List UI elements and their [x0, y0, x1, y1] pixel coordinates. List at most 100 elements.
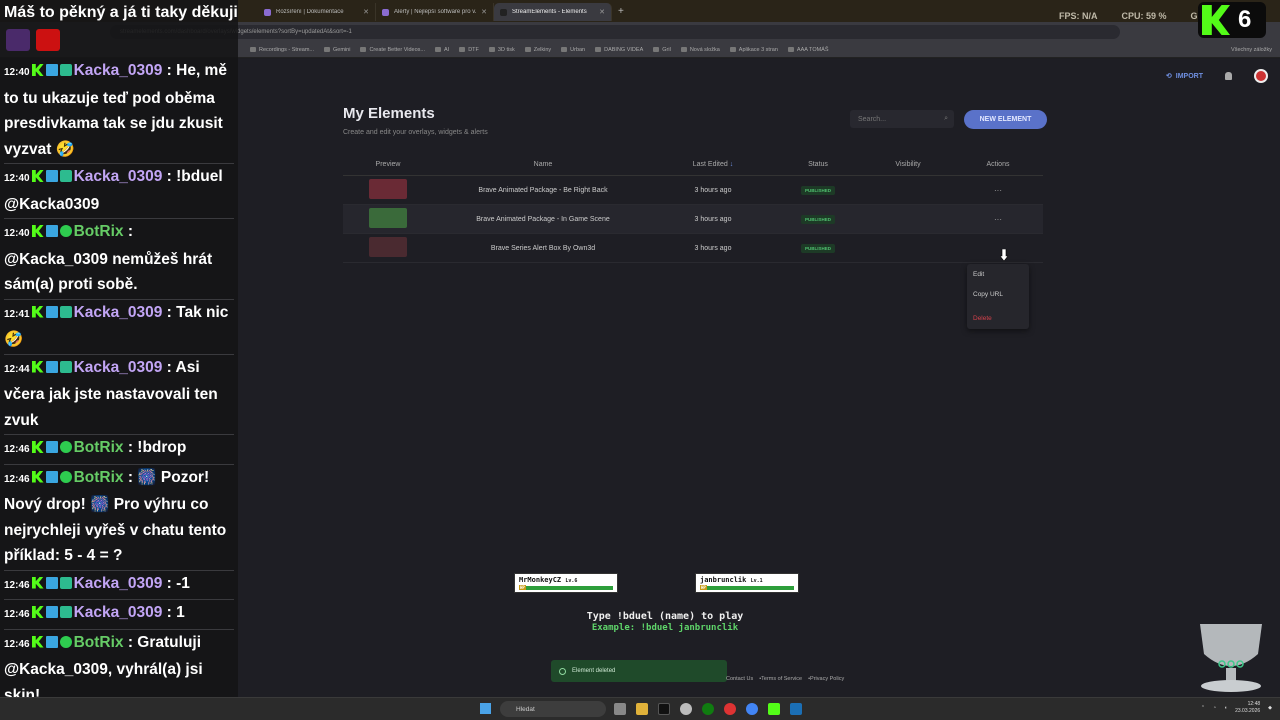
xbox-icon[interactable] — [702, 703, 714, 715]
avatar[interactable] — [1254, 69, 1268, 83]
chrome-icon[interactable] — [746, 703, 758, 715]
close-icon[interactable]: ✕ — [481, 8, 487, 16]
badge-icon — [45, 360, 58, 373]
fps-stat: FPS: N/A — [1058, 11, 1098, 21]
chatgpt-icon[interactable] — [680, 703, 692, 715]
folder-icon — [729, 47, 736, 52]
bookmark[interactable]: Urban — [561, 47, 585, 53]
last-edited: 3 hours ago — [694, 244, 732, 252]
actions-menu-button[interactable]: ··· — [953, 186, 1043, 195]
bookmark[interactable]: Create Better Videos... — [360, 47, 425, 53]
tray-arrow-icon[interactable]: ⌃ — [1201, 705, 1205, 711]
preview-thumbnail[interactable] — [369, 237, 407, 257]
element-name[interactable]: Brave Animated Package - Be Right Back — [433, 187, 653, 194]
message-time: 12:46 — [4, 473, 30, 485]
folder-icon — [459, 47, 466, 52]
import-button[interactable]: ⟲ IMPORT — [1165, 72, 1203, 81]
footer-link-contact[interactable]: Contact Us — [726, 676, 753, 682]
table-row[interactable]: Brave Animated Package - In Game Scene 3… — [343, 205, 1043, 234]
page-subtitle: Create and edit your overlays, widgets &… — [343, 129, 488, 136]
bookmark[interactable]: Nová složka — [680, 47, 720, 53]
table-row[interactable]: Brave Series Alert Box By Own3d 3 hours … — [343, 234, 1043, 263]
bookmark[interactable]: Recordings - Stream... — [250, 47, 314, 53]
actions-menu-button[interactable]: ··· — [953, 215, 1043, 224]
new-element-button[interactable]: NEW ELEMENT — [964, 110, 1047, 129]
top-actions: ⟲ IMPORT — [1166, 69, 1268, 83]
taskbar-search[interactable]: Hledat — [500, 701, 606, 717]
notification-bell-icon[interactable]: ◆ — [1268, 705, 1272, 711]
element-name[interactable]: Brave Animated Package - In Game Scene — [433, 216, 653, 223]
file-explorer-icon[interactable] — [636, 703, 648, 715]
message-time: 12:46 — [4, 579, 30, 591]
col-preview: Preview — [375, 161, 401, 168]
bookmark[interactable]: Gemini — [324, 47, 350, 53]
chat-message: 12:41 Kacka_0309 : Tak nic 🤣 — [4, 300, 234, 355]
bookmark[interactable]: Aplikace 3 stran — [729, 47, 778, 53]
mouse-cursor-icon — [1000, 249, 1008, 261]
network-icon[interactable]: ◔ — [1213, 705, 1216, 711]
duel-player1-name: MrMonkeyCZ — [519, 576, 562, 584]
bookmark[interactable]: AI — [435, 47, 449, 53]
chat-username: BotRix — [73, 223, 124, 240]
menu-item-copy-url[interactable]: Copy URL — [973, 290, 1023, 310]
duel-player1-card: MrMonkeyCZ Lv.6 HP — [514, 573, 618, 593]
stream-title: Máš to pěkný a já ti taky děkuji — [4, 4, 238, 21]
search-icon: ⌕ — [944, 115, 948, 122]
table-row[interactable]: Brave Animated Package - Be Right Back 3… — [343, 176, 1043, 205]
app-icon[interactable] — [724, 703, 736, 715]
taskbar: Hledat ⌃ ◔ ◖ 12:48 23.03.2026 ◆ — [0, 697, 1280, 720]
bookmark-label: AAA TOMÁŠ — [796, 46, 829, 53]
clock-date: 23.03.2026 — [1235, 708, 1261, 714]
steam-icon[interactable] — [790, 703, 802, 715]
elements-page: ⟲ IMPORT My Elements Create and edit your… — [238, 59, 1280, 697]
duel-player2-card: janbrunclik Lv.1 HP — [695, 573, 799, 593]
col-last-edited[interactable]: Last Edited ↓ — [653, 161, 773, 168]
chat-username: Kacka_0309 — [73, 574, 163, 592]
tab-favicon-icon — [264, 8, 271, 16]
footer-link-terms[interactable]: •Terms of Service — [759, 676, 802, 682]
url-field[interactable]: streamelements.com/dashboard/overlays/wi… — [110, 25, 1120, 39]
tab-streamelements[interactable]: StreamElements - Elements ✕ — [494, 3, 612, 21]
footer-link-privacy[interactable]: •Privacy Policy — [808, 676, 844, 682]
windows-start-icon[interactable] — [480, 703, 491, 714]
menu-item-edit[interactable]: Edit — [973, 270, 1023, 290]
volume-icon[interactable]: ◖ — [1224, 705, 1227, 711]
bookmark[interactable]: DTF — [459, 47, 479, 53]
kick-icon — [31, 305, 44, 318]
task-view-icon[interactable] — [614, 703, 626, 715]
badge-icon — [45, 170, 58, 182]
bookmark[interactable]: DABING VIDEA — [595, 47, 643, 53]
preview-thumbnail[interactable] — [369, 208, 407, 228]
bell-icon[interactable] — [1225, 72, 1232, 80]
check-circle-icon — [559, 667, 566, 675]
tab-favicon-icon — [500, 8, 507, 16]
tab-alerts[interactable]: Alerty | Nejlepší software pro v... ✕ — [376, 3, 494, 21]
link-icon: ⟲ — [1165, 73, 1172, 80]
new-tab-button[interactable]: + — [618, 6, 624, 17]
element-name[interactable]: Brave Series Alert Box By Own3d — [433, 245, 653, 252]
bookmark[interactable]: 3D tisk — [488, 47, 515, 53]
close-icon[interactable]: ✕ — [599, 8, 605, 16]
kick-app-icon[interactable] — [768, 703, 780, 715]
message-time: 12:46 — [4, 638, 30, 650]
col-name[interactable]: Name — [433, 161, 653, 168]
tab-docs[interactable]: Rozšíření | Dokumentace ✕ — [258, 3, 376, 21]
badge-icon — [59, 576, 72, 589]
bookmark[interactable]: AAA TOMÁŠ — [787, 46, 829, 53]
tiktok-icon[interactable] — [658, 703, 670, 715]
close-icon[interactable]: ✕ — [363, 8, 369, 16]
bookmark[interactable]: Zelkiny — [524, 47, 551, 53]
verified-icon — [59, 635, 72, 648]
search-placeholder: Search... — [858, 115, 887, 123]
menu-item-delete[interactable]: Delete — [973, 314, 1023, 334]
folder-icon — [680, 47, 687, 52]
preview-thumbnail[interactable] — [369, 179, 407, 199]
kick-icon — [31, 606, 44, 618]
badge-icon — [59, 64, 72, 76]
folder-icon — [787, 47, 794, 52]
clock[interactable]: 12:48 23.03.2026 — [1235, 701, 1260, 715]
badge-icon — [45, 225, 58, 237]
all-bookmarks-button[interactable]: Všechny záložky — [1231, 47, 1272, 53]
bookmark[interactable]: Gril — [653, 47, 671, 53]
search-input[interactable]: Search... ⌕ — [850, 110, 954, 128]
